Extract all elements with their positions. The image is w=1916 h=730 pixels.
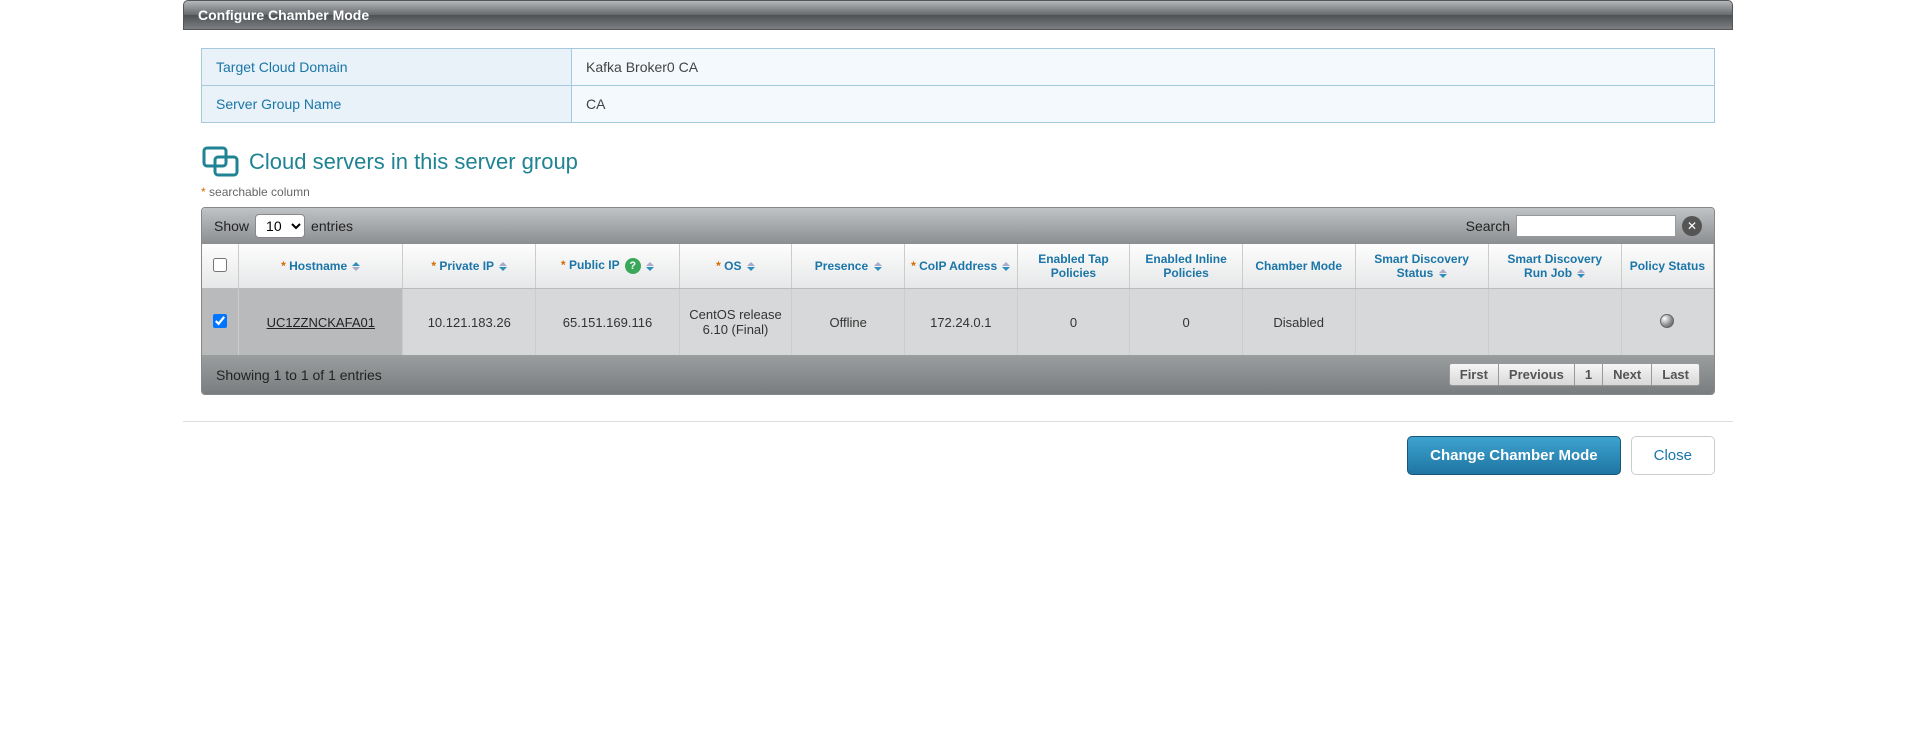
pager-prev-button[interactable]: Previous (1499, 363, 1575, 386)
entries-label: entries (311, 218, 353, 234)
col-os-label: OS (724, 259, 741, 273)
grid-footer: Showing 1 to 1 of 1 entries First Previo… (202, 355, 1714, 394)
info-table: Target Cloud Domain Kafka Broker0 CA Ser… (201, 48, 1715, 123)
col-checkbox[interactable] (202, 244, 239, 289)
modal-body: Target Cloud Domain Kafka Broker0 CA Ser… (183, 30, 1733, 405)
sort-icon (747, 262, 755, 271)
col-private-ip-label: Private IP (439, 259, 493, 273)
modal-footer: Change Chamber Mode Close (183, 421, 1733, 489)
sort-icon (874, 262, 882, 271)
target-domain-label: Target Cloud Domain (202, 49, 572, 86)
col-presence[interactable]: Presence (792, 244, 905, 289)
select-all-checkbox[interactable] (213, 258, 227, 272)
pager-next-button[interactable]: Next (1603, 363, 1652, 386)
cell-policy-status (1621, 289, 1713, 356)
col-presence-label: Presence (815, 259, 868, 273)
col-hostname[interactable]: * Hostname (239, 244, 403, 289)
sort-asc-icon (352, 262, 360, 271)
modal-title: Configure Chamber Mode (198, 7, 369, 23)
entries-select[interactable]: 10 (255, 214, 305, 238)
section-title-row: Cloud servers in this server group (201, 145, 1715, 179)
cell-presence: Offline (792, 289, 905, 356)
target-domain-value: Kafka Broker0 CA (572, 49, 1715, 86)
col-inline[interactable]: Enabled Inline Policies (1130, 244, 1243, 289)
header-row: * Hostname * Private IP * Public IP ? * … (202, 244, 1714, 289)
pager: First Previous 1 Next Last (1449, 363, 1700, 386)
cell-os: CentOS release 6.10 (Final) (679, 289, 792, 356)
close-button[interactable]: Close (1631, 436, 1715, 475)
col-os[interactable]: * OS (679, 244, 792, 289)
row-checkbox-cell[interactable] (202, 289, 239, 356)
col-public-ip[interactable]: * Public IP ? (536, 244, 679, 289)
col-inline-label: Enabled Inline Policies (1145, 252, 1226, 280)
col-disc-job-label: Smart Discovery Run Job (1507, 252, 1602, 280)
search-label: Search (1466, 218, 1510, 234)
cell-inline: 0 (1130, 289, 1243, 356)
pager-page-button[interactable]: 1 (1575, 363, 1603, 386)
modal: Configure Chamber Mode Target Cloud Doma… (183, 0, 1733, 489)
searchable-hint: * searchable column (201, 185, 1715, 199)
asterisk-icon: * (201, 185, 209, 199)
grid: Show 10 entries Search ✕ (201, 207, 1715, 395)
modal-header: Configure Chamber Mode (183, 0, 1733, 30)
cell-public-ip: 65.151.169.116 (536, 289, 679, 356)
grid-info: Showing 1 to 1 of 1 entries (216, 367, 382, 383)
sort-icon (1439, 269, 1447, 278)
cell-chamber: Disabled (1242, 289, 1355, 356)
overlap-squares-icon (201, 145, 241, 179)
col-hostname-label: Hostname (289, 259, 347, 273)
help-icon[interactable]: ? (625, 258, 641, 274)
sort-icon (1577, 269, 1585, 278)
col-coip[interactable]: * CoIP Address (904, 244, 1017, 289)
cell-disc-job (1488, 289, 1621, 356)
col-coip-label: CoIP Address (919, 259, 997, 273)
cell-hostname[interactable]: UC1ZZNCKAFA01 (239, 289, 403, 356)
table-row[interactable]: UC1ZZNCKAFA01 10.121.183.26 65.151.169.1… (202, 289, 1714, 356)
section-title: Cloud servers in this server group (249, 149, 578, 175)
col-disc-status-label: Smart Discovery Status (1374, 252, 1469, 280)
row-checkbox[interactable] (213, 314, 227, 328)
sort-icon (646, 262, 654, 271)
cell-disc-status (1355, 289, 1488, 356)
col-tap[interactable]: Enabled Tap Policies (1017, 244, 1130, 289)
status-dot-icon (1660, 314, 1674, 328)
clear-search-button[interactable]: ✕ (1682, 216, 1702, 236)
col-policy-status-label: Policy Status (1630, 259, 1705, 273)
sort-icon (1002, 262, 1010, 271)
server-group-label: Server Group Name (202, 86, 572, 123)
data-table: * Hostname * Private IP * Public IP ? * … (202, 244, 1714, 355)
cell-tap: 0 (1017, 289, 1130, 356)
col-policy-status[interactable]: Policy Status (1621, 244, 1713, 289)
col-public-ip-label: Public IP (569, 258, 619, 272)
col-disc-status[interactable]: Smart Discovery Status (1355, 244, 1488, 289)
cell-coip: 172.24.0.1 (904, 289, 1017, 356)
hint-text: searchable column (209, 185, 310, 199)
col-private-ip[interactable]: * Private IP (403, 244, 536, 289)
search-input[interactable] (1516, 215, 1676, 237)
pager-last-button[interactable]: Last (1652, 363, 1700, 386)
change-chamber-mode-button[interactable]: Change Chamber Mode (1407, 436, 1621, 475)
cell-private-ip: 10.121.183.26 (403, 289, 536, 356)
pager-first-button[interactable]: First (1449, 363, 1499, 386)
col-disc-job[interactable]: Smart Discovery Run Job (1488, 244, 1621, 289)
col-chamber-label: Chamber Mode (1255, 259, 1342, 273)
show-label: Show (214, 218, 249, 234)
sort-icon (499, 262, 507, 271)
server-group-value: CA (572, 86, 1715, 123)
col-chamber[interactable]: Chamber Mode (1242, 244, 1355, 289)
col-tap-label: Enabled Tap Policies (1038, 252, 1108, 280)
grid-toolbar: Show 10 entries Search ✕ (202, 208, 1714, 244)
